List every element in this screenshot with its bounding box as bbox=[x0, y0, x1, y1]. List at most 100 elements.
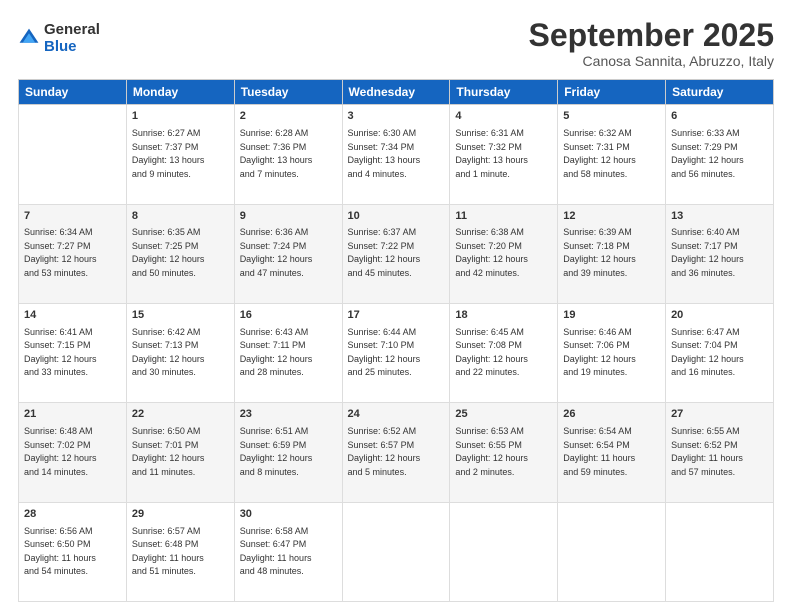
day-info: Sunrise: 6:43 AM Sunset: 7:11 PM Dayligh… bbox=[240, 326, 337, 380]
day-info: Sunrise: 6:58 AM Sunset: 6:47 PM Dayligh… bbox=[240, 525, 337, 579]
day-info: Sunrise: 6:34 AM Sunset: 7:27 PM Dayligh… bbox=[24, 226, 121, 280]
month-title: September 2025 bbox=[529, 18, 774, 53]
calendar-cell: 18Sunrise: 6:45 AM Sunset: 7:08 PM Dayli… bbox=[450, 303, 558, 402]
day-number: 30 bbox=[240, 507, 337, 523]
day-number: 11 bbox=[455, 209, 552, 225]
day-info: Sunrise: 6:48 AM Sunset: 7:02 PM Dayligh… bbox=[24, 425, 121, 479]
day-number: 21 bbox=[24, 407, 121, 423]
day-number: 23 bbox=[240, 407, 337, 423]
day-number: 28 bbox=[24, 507, 121, 523]
day-number: 4 bbox=[455, 109, 552, 125]
day-number: 9 bbox=[240, 209, 337, 225]
calendar-week-row: 1 Sunrise: 6:27 AM Sunset: 7:37 PM Daylig… bbox=[19, 105, 774, 204]
day-number: 10 bbox=[348, 209, 445, 225]
day-info: Sunrise: 6:27 AM Sunset: 7:37 PM Dayligh… bbox=[132, 127, 229, 181]
day-number: 1 bbox=[132, 109, 229, 125]
day-number: 7 bbox=[24, 209, 121, 225]
calendar-cell: 8Sunrise: 6:35 AM Sunset: 7:25 PM Daylig… bbox=[126, 204, 234, 303]
day-header: Saturday bbox=[666, 80, 774, 105]
calendar-cell: 6Sunrise: 6:33 AM Sunset: 7:29 PM Daylig… bbox=[666, 105, 774, 204]
calendar-cell: 2 Sunrise: 6:28 AM Sunset: 7:36 PM Daylig… bbox=[234, 105, 342, 204]
day-info: Sunrise: 6:30 AM Sunset: 7:34 PM Dayligh… bbox=[348, 127, 445, 181]
day-info: Sunrise: 6:56 AM Sunset: 6:50 PM Dayligh… bbox=[24, 525, 121, 579]
calendar-cell: 3Sunrise: 6:30 AM Sunset: 7:34 PM Daylig… bbox=[342, 105, 450, 204]
day-info: Sunrise: 6:40 AM Sunset: 7:17 PM Dayligh… bbox=[671, 226, 768, 280]
day-info: Sunrise: 6:47 AM Sunset: 7:04 PM Dayligh… bbox=[671, 326, 768, 380]
calendar-cell: 11Sunrise: 6:38 AM Sunset: 7:20 PM Dayli… bbox=[450, 204, 558, 303]
location: Canosa Sannita, Abruzzo, Italy bbox=[529, 53, 774, 69]
calendar-cell: 17 Sunrise: 6:44 AM Sunset: 7:10 PM Dayli… bbox=[342, 303, 450, 402]
day-number: 2 bbox=[240, 109, 337, 125]
logo-icon bbox=[18, 27, 40, 49]
calendar-cell: 19Sunrise: 6:46 AM Sunset: 7:06 PM Dayli… bbox=[558, 303, 666, 402]
day-number: 15 bbox=[132, 308, 229, 324]
day-info: Sunrise: 6:42 AM Sunset: 7:13 PM Dayligh… bbox=[132, 326, 229, 380]
day-info: Sunrise: 6:41 AM Sunset: 7:15 PM Dayligh… bbox=[24, 326, 121, 380]
calendar-week-row: 14 Sunrise: 6:41 AM Sunset: 7:15 PM Dayli… bbox=[19, 303, 774, 402]
day-number: 25 bbox=[455, 407, 552, 423]
day-number: 20 bbox=[671, 308, 768, 324]
calendar-cell: 1 Sunrise: 6:27 AM Sunset: 7:37 PM Daylig… bbox=[126, 105, 234, 204]
day-number: 12 bbox=[563, 209, 660, 225]
day-info: Sunrise: 6:50 AM Sunset: 7:01 PM Dayligh… bbox=[132, 425, 229, 479]
day-info: Sunrise: 6:32 AM Sunset: 7:31 PM Dayligh… bbox=[563, 127, 660, 181]
day-info: Sunrise: 6:31 AM Sunset: 7:32 PM Dayligh… bbox=[455, 127, 552, 181]
calendar-cell: 5Sunrise: 6:32 AM Sunset: 7:31 PM Daylig… bbox=[558, 105, 666, 204]
header-row: SundayMondayTuesdayWednesdayThursdayFrid… bbox=[19, 80, 774, 105]
calendar-cell: 20 Sunrise: 6:47 AM Sunset: 7:04 PM Dayli… bbox=[666, 303, 774, 402]
day-number: 19 bbox=[563, 308, 660, 324]
day-info: Sunrise: 6:33 AM Sunset: 7:29 PM Dayligh… bbox=[671, 127, 768, 181]
day-info: Sunrise: 6:37 AM Sunset: 7:22 PM Dayligh… bbox=[348, 226, 445, 280]
calendar-cell: 25 Sunrise: 6:53 AM Sunset: 6:55 PM Dayli… bbox=[450, 403, 558, 502]
logo: General Blue bbox=[18, 22, 100, 55]
calendar-cell: 24Sunrise: 6:52 AM Sunset: 6:57 PM Dayli… bbox=[342, 403, 450, 502]
calendar-cell: 4 Sunrise: 6:31 AM Sunset: 7:32 PM Daylig… bbox=[450, 105, 558, 204]
day-info: Sunrise: 6:44 AM Sunset: 7:10 PM Dayligh… bbox=[348, 326, 445, 380]
day-number: 13 bbox=[671, 209, 768, 225]
calendar-cell: 26 Sunrise: 6:54 AM Sunset: 6:54 PM Dayli… bbox=[558, 403, 666, 502]
calendar-cell bbox=[666, 502, 774, 601]
calendar-cell: 21 Sunrise: 6:48 AM Sunset: 7:02 PM Dayli… bbox=[19, 403, 127, 502]
day-header: Tuesday bbox=[234, 80, 342, 105]
calendar-cell bbox=[19, 105, 127, 204]
day-info: Sunrise: 6:53 AM Sunset: 6:55 PM Dayligh… bbox=[455, 425, 552, 479]
day-number: 27 bbox=[671, 407, 768, 423]
header: General Blue September 2025 Canosa Sanni… bbox=[18, 18, 774, 69]
calendar-cell: 14 Sunrise: 6:41 AM Sunset: 7:15 PM Dayli… bbox=[19, 303, 127, 402]
calendar-week-row: 21 Sunrise: 6:48 AM Sunset: 7:02 PM Dayli… bbox=[19, 403, 774, 502]
day-info: Sunrise: 6:51 AM Sunset: 6:59 PM Dayligh… bbox=[240, 425, 337, 479]
day-info: Sunrise: 6:45 AM Sunset: 7:08 PM Dayligh… bbox=[455, 326, 552, 380]
calendar-cell: 28 Sunrise: 6:56 AM Sunset: 6:50 PM Dayli… bbox=[19, 502, 127, 601]
calendar-cell: 23 Sunrise: 6:51 AM Sunset: 6:59 PM Dayli… bbox=[234, 403, 342, 502]
day-info: Sunrise: 6:28 AM Sunset: 7:36 PM Dayligh… bbox=[240, 127, 337, 181]
calendar-table: SundayMondayTuesdayWednesdayThursdayFrid… bbox=[18, 79, 774, 602]
day-info: Sunrise: 6:39 AM Sunset: 7:18 PM Dayligh… bbox=[563, 226, 660, 280]
day-number: 17 bbox=[348, 308, 445, 324]
calendar-cell: 7Sunrise: 6:34 AM Sunset: 7:27 PM Daylig… bbox=[19, 204, 127, 303]
day-header: Friday bbox=[558, 80, 666, 105]
day-number: 29 bbox=[132, 507, 229, 523]
logo-general: General bbox=[44, 22, 100, 39]
day-info: Sunrise: 6:38 AM Sunset: 7:20 PM Dayligh… bbox=[455, 226, 552, 280]
calendar-cell bbox=[342, 502, 450, 601]
day-number: 26 bbox=[563, 407, 660, 423]
day-header: Wednesday bbox=[342, 80, 450, 105]
logo-text: General Blue bbox=[44, 22, 100, 55]
calendar-cell: 10Sunrise: 6:37 AM Sunset: 7:22 PM Dayli… bbox=[342, 204, 450, 303]
day-info: Sunrise: 6:57 AM Sunset: 6:48 PM Dayligh… bbox=[132, 525, 229, 579]
calendar-cell: 12Sunrise: 6:39 AM Sunset: 7:18 PM Dayli… bbox=[558, 204, 666, 303]
calendar-week-row: 7Sunrise: 6:34 AM Sunset: 7:27 PM Daylig… bbox=[19, 204, 774, 303]
day-number: 22 bbox=[132, 407, 229, 423]
logo-blue: Blue bbox=[44, 39, 100, 56]
day-number: 14 bbox=[24, 308, 121, 324]
day-info: Sunrise: 6:52 AM Sunset: 6:57 PM Dayligh… bbox=[348, 425, 445, 479]
calendar-cell: 13Sunrise: 6:40 AM Sunset: 7:17 PM Dayli… bbox=[666, 204, 774, 303]
day-info: Sunrise: 6:54 AM Sunset: 6:54 PM Dayligh… bbox=[563, 425, 660, 479]
day-info: Sunrise: 6:55 AM Sunset: 6:52 PM Dayligh… bbox=[671, 425, 768, 479]
day-number: 16 bbox=[240, 308, 337, 324]
day-header: Sunday bbox=[19, 80, 127, 105]
calendar-cell: 29 Sunrise: 6:57 AM Sunset: 6:48 PM Dayli… bbox=[126, 502, 234, 601]
calendar-cell: 15 Sunrise: 6:42 AM Sunset: 7:13 PM Dayli… bbox=[126, 303, 234, 402]
day-info: Sunrise: 6:36 AM Sunset: 7:24 PM Dayligh… bbox=[240, 226, 337, 280]
calendar-cell: 22 Sunrise: 6:50 AM Sunset: 7:01 PM Dayli… bbox=[126, 403, 234, 502]
